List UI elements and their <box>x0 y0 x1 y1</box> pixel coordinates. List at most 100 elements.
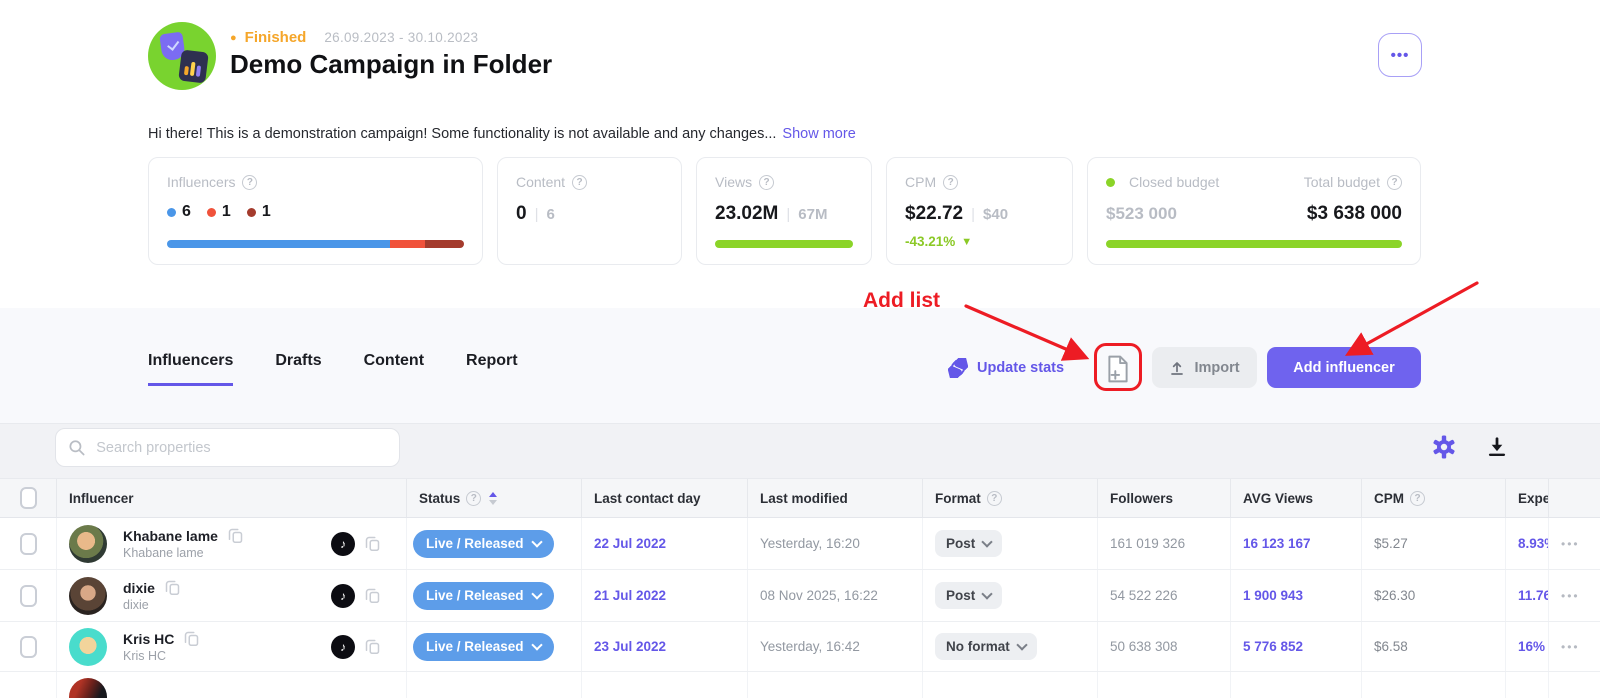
campaign-dates: 26.09.2023 - 30.10.2023 <box>324 30 479 45</box>
tab-bar: Influencers Drafts Content Report <box>148 352 518 386</box>
copy-icon[interactable] <box>365 535 380 552</box>
cpm-value: $26.30 <box>1374 588 1416 603</box>
format-dropdown[interactable]: Post <box>935 582 1003 609</box>
import-button[interactable]: Import <box>1152 347 1257 388</box>
row-menu[interactable]: ••• <box>1561 589 1580 603</box>
influencer-name[interactable]: Kris HC <box>123 631 174 647</box>
col-influencer: Influencer <box>69 490 134 506</box>
expenses-link[interactable]: 11.76% <box>1518 588 1548 603</box>
export-button[interactable] <box>1486 436 1508 463</box>
tab-report[interactable]: Report <box>466 352 518 386</box>
copy-icon[interactable] <box>365 587 380 604</box>
col-cpm: CPM <box>1374 490 1404 506</box>
show-more-link[interactable]: Show more <box>782 126 855 142</box>
search-input[interactable] <box>94 438 387 457</box>
last-contact-link[interactable]: 21 Jul 2022 <box>594 588 666 603</box>
tab-influencers[interactable]: Influencers <box>148 352 234 386</box>
row-menu[interactable]: ••• <box>1561 537 1580 551</box>
download-icon <box>1488 437 1506 456</box>
campaign-status-line: ● Finished 26.09.2023 - 30.10.2023 <box>230 29 478 46</box>
stat-card-influencers: Influencers ? 6 1 1 <box>148 157 483 265</box>
help-icon[interactable]: ? <box>572 174 588 190</box>
campaign-description: Hi there! This is a demonstration campai… <box>148 126 856 142</box>
add-list-button[interactable] <box>1106 355 1130 388</box>
col-avg-views: AVG Views <box>1243 490 1314 506</box>
stat-card-budget: Closed budget Total budget ? $523 000 $3… <box>1087 157 1421 265</box>
status-dropdown[interactable]: Live / Released <box>413 581 554 610</box>
campaign-more-button[interactable]: ••• <box>1378 33 1422 77</box>
status-dropdown[interactable]: Live / Released <box>413 529 554 558</box>
help-icon[interactable]: ? <box>943 174 959 190</box>
col-expenses: Expenses <box>1518 490 1548 506</box>
help-icon[interactable]: ? <box>1410 490 1425 506</box>
col-last-contact: Last contact day <box>594 490 701 506</box>
help-icon[interactable]: ? <box>986 490 1002 506</box>
cpm-value: $6.58 <box>1374 639 1408 654</box>
gear-icon <box>1433 435 1455 459</box>
sort-control[interactable] <box>489 491 498 505</box>
row-checkbox[interactable] <box>19 584 37 607</box>
avg-views-link[interactable]: 1 900 943 <box>1243 588 1303 603</box>
add-influencer-button[interactable]: Add influencer <box>1267 347 1421 388</box>
select-all-checkbox[interactable] <box>19 487 37 509</box>
last-contact-link[interactable]: 23 Jul 2022 <box>594 639 666 654</box>
chevron-down-icon <box>981 588 993 600</box>
update-stats-button[interactable]: Update stats <box>948 358 1064 378</box>
status-dropdown[interactable]: Live / Released <box>413 632 554 661</box>
avatar-partial <box>69 678 107 698</box>
chart-illustration <box>178 49 209 84</box>
tiktok-icon: ♪ <box>331 583 355 608</box>
copy-icon[interactable] <box>165 579 180 596</box>
copy-icon[interactable] <box>184 630 199 647</box>
copy-icon[interactable] <box>228 527 243 544</box>
table-row[interactable]: Kris HC Kris HC ♪ Live / Released 23 Jul… <box>0 622 1600 672</box>
influencer-handle: dixie <box>123 598 149 612</box>
blue-dot-icon <box>167 207 176 217</box>
stat-card-content: Content ? 0 | 6 <box>497 157 682 265</box>
table-row[interactable]: dixie dixie ♪ Live / Released 21 Jul 202… <box>0 570 1600 622</box>
tiktok-icon: ♪ <box>331 531 355 556</box>
avg-views-link[interactable]: 16 123 167 <box>1243 536 1311 551</box>
help-icon[interactable]: ? <box>242 174 258 190</box>
status-dot-icon: ● <box>230 31 237 44</box>
tiktok-icon: ♪ <box>331 634 355 659</box>
help-icon[interactable]: ? <box>1387 174 1402 190</box>
format-dropdown[interactable]: Post <box>935 530 1003 557</box>
campaign-avatar <box>148 22 216 90</box>
total-budget-value: $3 638 000 <box>1306 203 1402 224</box>
avatar <box>69 524 107 563</box>
last-modified: 08 Nov 2025, 16:22 <box>760 588 878 603</box>
influencer-name[interactable]: dixie <box>123 580 155 596</box>
influencer-handle: Kris HC <box>123 649 167 663</box>
add-list-annotation: Add list <box>863 289 940 312</box>
expenses-link[interactable]: 8.93% <box>1518 536 1548 551</box>
row-checkbox[interactable] <box>19 635 37 658</box>
influencer-handle: Khabane lame <box>123 546 204 560</box>
col-status: Status <box>419 490 461 506</box>
help-icon[interactable]: ? <box>759 174 775 190</box>
influencer-name[interactable]: Khabane lame <box>123 528 218 544</box>
stat-card-cpm: CPM ? $22.72 | $40 -43.21% ▼ <box>886 157 1073 265</box>
row-menu[interactable]: ••• <box>1561 640 1580 654</box>
search-box[interactable] <box>55 428 400 467</box>
format-dropdown[interactable]: No format <box>935 633 1037 660</box>
tab-content[interactable]: Content <box>364 352 424 386</box>
help-icon[interactable]: ? <box>466 490 482 506</box>
campaign-status: Finished <box>244 29 307 46</box>
expenses-link[interactable]: 16% <box>1518 639 1545 654</box>
table-header: Influencer Status ? Last contact day Las… <box>0 478 1600 518</box>
chevron-down-icon <box>530 639 543 651</box>
copy-icon[interactable] <box>365 638 380 655</box>
last-contact-link[interactable]: 22 Jul 2022 <box>594 536 666 551</box>
chevron-down-icon <box>1016 639 1028 651</box>
table-row[interactable]: Khabane lame Khabane lame ♪ Live / Relea… <box>0 518 1600 570</box>
avg-views-link[interactable]: 5 776 852 <box>1243 639 1303 654</box>
chevron-down-icon <box>530 536 543 548</box>
row-checkbox[interactable] <box>19 532 37 555</box>
table-settings-button[interactable] <box>1432 435 1456 464</box>
file-plus-icon <box>1108 355 1128 383</box>
followers-value: 50 638 308 <box>1110 639 1178 654</box>
tab-drafts[interactable]: Drafts <box>275 352 321 386</box>
red-dot-icon <box>206 207 216 217</box>
views-progress-bar <box>715 240 853 248</box>
